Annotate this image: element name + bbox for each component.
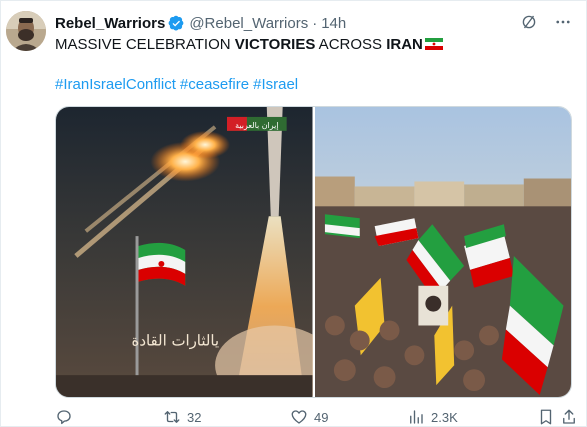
- tweet-text-part: MASSIVE CELEBRATION: [55, 36, 235, 53]
- display-name[interactable]: Rebel_Warriors: [55, 15, 165, 32]
- heart-icon: [291, 410, 307, 424]
- timestamp[interactable]: 14h: [321, 15, 346, 32]
- views-chart-icon: [410, 410, 423, 424]
- tweet-header: Rebel_Warriors @Rebel_Warriors · 14h: [55, 13, 346, 33]
- views-button[interactable]: 2.3K: [407, 408, 537, 426]
- more-options-icon[interactable]: [554, 13, 572, 31]
- tweet-text-part: ACROSS: [315, 36, 387, 53]
- grok-icon[interactable]: [520, 13, 538, 31]
- crowd-with-iranian-flags-photo-icon: [314, 107, 571, 397]
- hashtag-link[interactable]: #IranIsraelConflict: [55, 76, 176, 93]
- iran-flag-icon: [424, 38, 443, 50]
- retweet-count: 32: [187, 409, 202, 425]
- like-count: 49: [314, 409, 329, 425]
- reply-button[interactable]: [55, 408, 163, 426]
- tweet-top-actions: [520, 13, 572, 31]
- like-button[interactable]: 49: [290, 408, 407, 426]
- avatar-image: [6, 11, 46, 51]
- hashtag-link[interactable]: #ceasefire: [180, 76, 249, 93]
- verified-badge-icon: [168, 15, 184, 31]
- tweet-text-bold: VICTORIES: [234, 36, 316, 53]
- tweet-text-bold: IRAN: [386, 36, 423, 53]
- user-handle[interactable]: @Rebel_Warriors: [189, 15, 308, 32]
- badge-text: إيران بالعربية: [235, 121, 278, 130]
- tweet-card[interactable]: Rebel_Warriors @Rebel_Warriors · 14h MAS…: [0, 0, 587, 427]
- views-count: 2.3K: [431, 409, 458, 425]
- tweet-text: MASSIVE CELEBRATION VICTORIES ACROSS IRA…: [55, 35, 443, 55]
- missile-flag-artwork-icon: إيران بالعربية يالثارات القادة: [56, 107, 313, 397]
- retweet-button[interactable]: 32: [163, 408, 290, 426]
- hashtags: #IranIsraelConflict #ceasefire #Israel: [55, 75, 302, 95]
- reply-icon: [57, 410, 71, 425]
- hashtag-link[interactable]: #Israel: [253, 76, 298, 93]
- separator-dot: ·: [312, 14, 318, 32]
- share-button[interactable]: [560, 408, 582, 426]
- avatar[interactable]: [6, 11, 46, 51]
- share-icon: [563, 409, 575, 424]
- bookmark-button[interactable]: [537, 408, 559, 426]
- bookmark-icon: [540, 409, 552, 425]
- media-gallery: إيران بالعربية يالثارات القادة: [55, 106, 572, 398]
- tweet-actions-bar: 32 49 2.3K: [55, 407, 582, 427]
- media-image-right[interactable]: [314, 107, 571, 397]
- retweet-icon: [164, 411, 180, 423]
- media-image-left[interactable]: إيران بالعربية يالثارات القادة: [56, 107, 313, 397]
- calligraphy-text: يالثارات القادة: [132, 331, 220, 349]
